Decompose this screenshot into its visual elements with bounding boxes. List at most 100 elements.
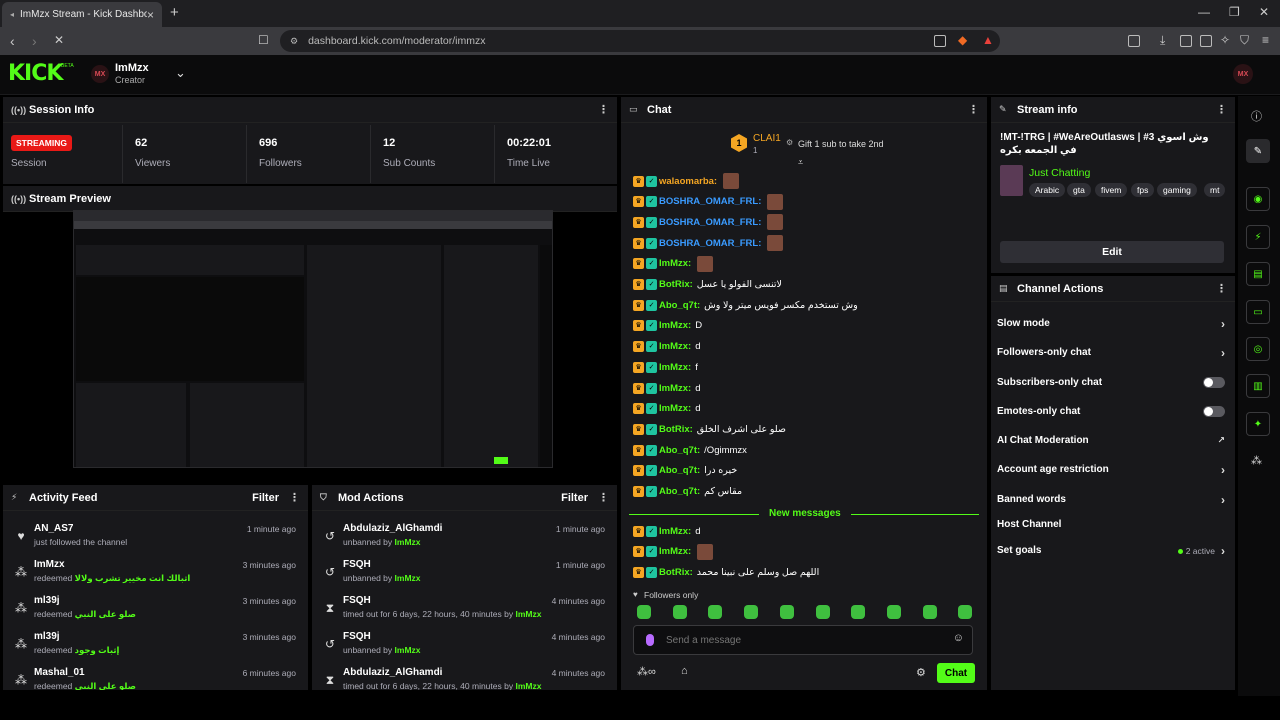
mod-target-user[interactable]: FSQH <box>343 631 371 642</box>
chat-username[interactable]: Abo_q7t: <box>659 445 700 456</box>
activity-user[interactable]: Mashal_01 <box>34 667 85 678</box>
share-icon[interactable] <box>934 35 946 47</box>
chat-input[interactable] <box>666 631 946 649</box>
leaderboard-user[interactable]: CLAI1 <box>753 133 781 144</box>
points-icon[interactable]: ⁂∞ <box>637 665 656 678</box>
activity-user[interactable]: ImMzx <box>34 559 65 570</box>
chat-username[interactable]: BOSHRA_OMAR_FRL: <box>659 196 761 207</box>
chat-username[interactable]: ImMzx: <box>659 320 691 331</box>
chat-message[interactable]: ♛ ✓ BotRix: اللهم صل وسلم على نبينا محمد <box>633 562 819 582</box>
kick-logo[interactable]: KICK <box>8 61 63 86</box>
sub-leaderboard[interactable]: 1 CLAI1 1 ⚙ Gift 1 sub to take 2nd ⩡ <box>621 123 987 167</box>
chat-message[interactable]: ♛ ✓ Abo_q7t: وش تستخدم مكسر فويس ميتر ولا و… <box>633 295 858 315</box>
address-bar[interactable]: ⚙ dashboard.kick.com/moderator/immzx <box>280 30 1000 52</box>
cam-tool-button[interactable]: ◉ <box>1246 187 1270 211</box>
category-thumbnail[interactable] <box>1000 165 1023 196</box>
moderator-name[interactable]: ImMzx <box>395 537 421 547</box>
emote-picker-item[interactable] <box>637 605 651 619</box>
emote-picker-item[interactable] <box>923 605 937 619</box>
stream-tag[interactable]: mt <box>1204 183 1226 197</box>
chat-message[interactable]: ♛ ✓ BotRix: صلو على اشرف الخلق <box>633 419 786 439</box>
chat-settings-icon[interactable]: ⚙ <box>916 666 926 679</box>
minimize-icon[interactable]: — <box>1198 5 1210 19</box>
moderator-name[interactable]: ImMzx <box>515 681 541 690</box>
tab-close-icon[interactable]: × <box>147 8 154 22</box>
chat-message[interactable]: ♛ ✓ ImMzx: <box>633 542 714 562</box>
stream-video[interactable] <box>73 210 553 468</box>
stop-icon[interactable]: ✕ <box>54 33 64 47</box>
action-host-channel[interactable]: Host Channel <box>991 510 1235 539</box>
chat-message[interactable]: ♛ ✓ ImMzx: <box>633 254 714 274</box>
chat-message[interactable]: ♛ ✓ ImMzx: f <box>633 357 698 377</box>
window-close-icon[interactable]: ✕ <box>1259 5 1269 19</box>
vpn-icon[interactable]: ⛉ <box>1240 33 1249 48</box>
subscribers-only-toggle[interactable] <box>1203 377 1225 388</box>
action-set-goals[interactable]: Set goals 2 active › <box>991 536 1235 565</box>
chat-username[interactable]: ImMzx: <box>659 258 691 269</box>
emote-picker-item[interactable] <box>744 605 758 619</box>
emoji-icon[interactable]: ☺ <box>953 632 964 644</box>
chat-message[interactable]: ♛ ✓ Abo_q7t: /Ogimmzx <box>633 440 747 460</box>
chat-emote[interactable] <box>767 214 784 231</box>
chat-username[interactable]: ImMzx: <box>659 526 691 537</box>
more-options-icon[interactable]: ⋮ <box>598 103 609 116</box>
wallet-icon[interactable] <box>1200 35 1212 47</box>
sidebar-toggle-icon[interactable] <box>1180 35 1192 47</box>
chat-emote[interactable] <box>767 193 784 210</box>
chat-message[interactable]: ♛ ✓ BOSHRA_OMAR_FRL: <box>633 192 784 212</box>
chat-message[interactable]: ♛ ✓ walaomarba: <box>633 171 740 191</box>
menu-icon[interactable]: ≡ <box>1262 33 1269 47</box>
stream-category[interactable]: Just Chatting <box>1029 167 1090 179</box>
channel-switcher-chevron-icon[interactable]: ⌄ <box>175 65 186 81</box>
chat-username[interactable]: ImMzx: <box>659 383 691 394</box>
stream-tag[interactable]: fivem <box>1095 183 1128 197</box>
chat-username[interactable]: Abo_q7t: <box>659 300 700 311</box>
action-ai-chat-moderation[interactable]: AI Chat Moderation ↗ <box>991 426 1235 455</box>
download-icon[interactable]: ⤓ <box>1160 33 1165 48</box>
chat-input-wrapper[interactable]: ☺ <box>633 625 973 655</box>
activity-user[interactable]: ml39j <box>34 595 60 606</box>
brave-shield-icon[interactable]: ◆ <box>958 33 967 47</box>
action-slow-mode[interactable]: Slow mode › <box>991 309 1235 338</box>
more-options-icon[interactable]: ⋮ <box>1216 282 1227 295</box>
moderator-name[interactable]: ImMzx <box>515 609 541 619</box>
activity-user[interactable]: AN_AS7 <box>34 523 73 534</box>
mod-target-user[interactable]: FSQH <box>343 559 371 570</box>
chat-username[interactable]: Abo_q7t: <box>659 486 700 497</box>
reader-icon[interactable] <box>1128 35 1140 47</box>
emote-picker-item[interactable] <box>851 605 865 619</box>
stream-tag[interactable]: gaming <box>1157 183 1197 197</box>
chat-username[interactable]: walaomarba: <box>659 176 717 187</box>
chat-message[interactable]: ♛ ✓ ImMzx: d <box>633 521 701 541</box>
chat-message[interactable]: ♛ ✓ ImMzx: d <box>633 337 701 357</box>
send-chat-button[interactable]: Chat <box>937 663 975 683</box>
chat-username[interactable]: BotRix: <box>659 424 693 435</box>
back-icon[interactable]: ‹ <box>10 33 15 49</box>
action-followers-only-chat[interactable]: Followers-only chat › <box>991 338 1235 367</box>
chat-emote[interactable] <box>767 235 784 252</box>
channel-avatar[interactable]: MX <box>91 65 109 83</box>
more-options-icon[interactable]: ⋮ <box>598 491 609 504</box>
stream-tag[interactable]: Arabic <box>1029 183 1066 197</box>
chat-username[interactable]: ImMzx: <box>659 546 691 557</box>
edit-tool-button[interactable]: ✎ <box>1246 139 1270 163</box>
chat-username[interactable]: ImMzx: <box>659 362 691 373</box>
maximize-icon[interactable]: ❐ <box>1229 5 1240 19</box>
chat-emote[interactable] <box>697 543 714 560</box>
broadcast-tool-button[interactable]: ◎ <box>1246 337 1270 361</box>
action-account-age-restriction[interactable]: Account age restriction › <box>991 455 1235 484</box>
chat-username[interactable]: BOSHRA_OMAR_FRL: <box>659 217 761 228</box>
stream-tag[interactable]: fps <box>1131 183 1155 197</box>
chat-message[interactable]: ♛ ✓ Abo_q7t: خيره درا <box>633 461 737 481</box>
forward-icon[interactable]: › <box>32 33 37 49</box>
mod-target-user[interactable]: FSQH <box>343 595 371 606</box>
chat-emote[interactable] <box>697 255 714 272</box>
activity-filter-button[interactable]: Filter <box>252 492 279 504</box>
store-icon[interactable]: ⌂ <box>681 665 688 677</box>
chat-emote[interactable] <box>723 173 740 189</box>
mod-target-user[interactable]: Abdulaziz_AlGhamdi <box>343 523 442 534</box>
layout-tool-button[interactable]: ▥ <box>1246 374 1270 398</box>
bookmark-icon[interactable]: ☐ <box>258 33 269 47</box>
points-rail-icon[interactable]: ⁂ <box>1251 454 1262 467</box>
info-icon[interactable]: ⓘ <box>1251 108 1262 124</box>
